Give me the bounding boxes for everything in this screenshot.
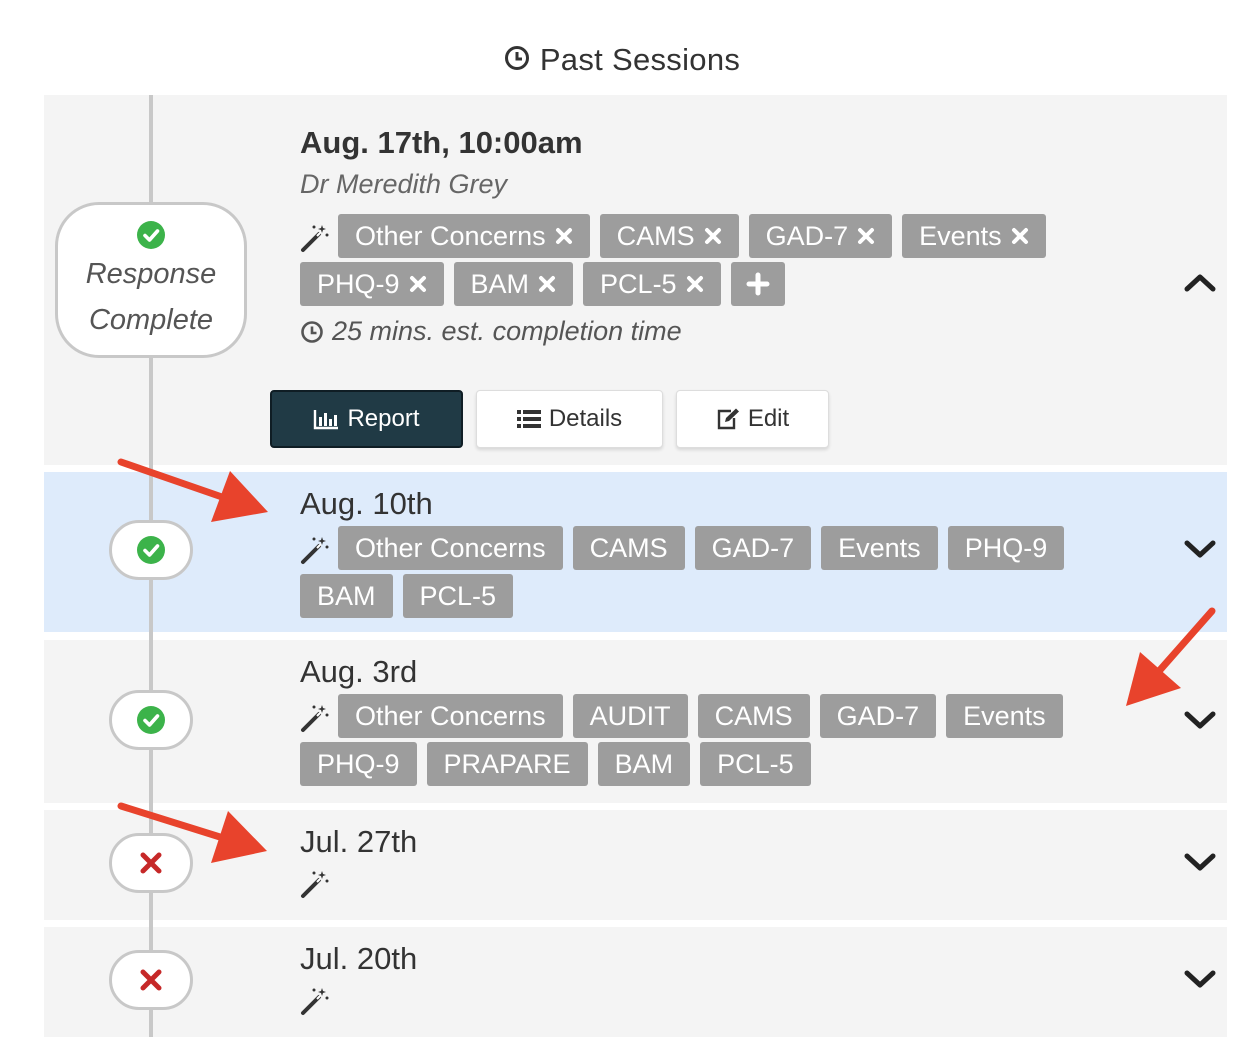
assessment-tags: Other Concerns AUDIT CAMS GAD-7 Events P…	[300, 694, 1127, 790]
tag: CAMS	[572, 526, 685, 570]
tag-label: Events	[919, 220, 1002, 251]
x-mark-icon	[139, 968, 163, 992]
plus-icon	[746, 272, 770, 296]
session-date: Aug. 10th	[300, 486, 433, 521]
magic-wand-icon	[300, 700, 330, 736]
edit-button[interactable]: Edit	[676, 390, 829, 448]
tag: PCL-5	[700, 742, 811, 786]
assessment-tags: Other Concerns CAMS GAD-7 Events PHQ-9 B…	[300, 214, 1127, 310]
magic-wand-icon	[300, 532, 330, 568]
status-pill-complete	[109, 520, 193, 580]
tag: GAD-7	[694, 526, 812, 570]
tag: PHQ-9	[300, 742, 417, 786]
tag[interactable]: CAMS	[599, 214, 739, 258]
assessment-tags: Other Concerns CAMS GAD-7 Events PHQ-9 B…	[300, 526, 1127, 622]
session-row-jul-20[interactable]: Jul. 20th	[44, 927, 1227, 1037]
magic-wand-icon	[300, 983, 330, 1019]
edit-icon	[716, 408, 748, 430]
session-content: Jul. 20th	[300, 939, 1127, 1019]
session-content: Aug. 10th Other Concerns CAMS GAD-7 Even…	[300, 484, 1127, 622]
tag: Events	[946, 694, 1063, 738]
tag[interactable]: Other Concerns	[338, 214, 590, 258]
status-pill-complete: Response Complete	[55, 202, 247, 358]
status-pill-incomplete	[109, 950, 193, 1010]
tag: BAM	[597, 742, 691, 786]
session-date: Aug. 3rd	[300, 654, 418, 689]
tag-label: GAD-7	[765, 220, 849, 251]
tag: BAM	[300, 574, 393, 618]
session-actions: Report Details Edit	[270, 390, 842, 448]
section-header: Past Sessions	[0, 38, 1244, 82]
session-row-aug-3[interactable]: Aug. 3rd Other Concerns AUDIT CAMS GAD-7…	[44, 640, 1227, 803]
estimated-time-label: 25 mins. est. completion time	[332, 316, 682, 346]
assessment-tags	[300, 866, 1127, 902]
magic-wand-icon	[300, 866, 330, 902]
remove-tag-icon[interactable]	[555, 227, 573, 245]
tag-label: PHQ-9	[317, 268, 400, 299]
tag-label: CAMS	[616, 220, 695, 251]
details-button[interactable]: Details	[476, 390, 663, 448]
assessment-tags	[300, 983, 1127, 1019]
clinician-name: Dr Meredith Grey	[300, 169, 508, 199]
session-date: Jul. 27th	[300, 824, 418, 859]
remove-tag-icon[interactable]	[1011, 227, 1029, 245]
session-date: Jul. 20th	[300, 941, 418, 976]
session-content: Aug. 3rd Other Concerns AUDIT CAMS GAD-7…	[300, 652, 1127, 790]
clock-icon	[300, 320, 332, 344]
status-pill-complete	[109, 690, 193, 750]
report-button-label: Report	[347, 405, 420, 432]
session-content: Jul. 27th	[300, 822, 1127, 902]
check-circle-icon	[137, 706, 165, 734]
tag: Other Concerns	[338, 694, 563, 738]
list-icon	[516, 409, 549, 429]
remove-tag-icon[interactable]	[409, 275, 427, 293]
x-mark-icon	[139, 851, 163, 875]
session-content: Aug. 17th, 10:00am Dr Meredith Grey Othe…	[300, 125, 1127, 347]
tag-label: BAM	[470, 268, 530, 299]
remove-tag-icon[interactable]	[704, 227, 722, 245]
session-row-aug-10[interactable]: Aug. 10th Other Concerns CAMS GAD-7 Even…	[44, 472, 1227, 632]
session-date: Aug. 17th, 10:00am	[300, 125, 583, 160]
tag[interactable]: BAM	[453, 262, 574, 306]
tag-label: Other Concerns	[355, 220, 546, 251]
page-title: Past Sessions	[539, 42, 741, 77]
tag: PRAPARE	[426, 742, 588, 786]
remove-tag-icon[interactable]	[538, 275, 556, 293]
report-button[interactable]: Report	[270, 390, 463, 448]
sessions-timeline: Response Complete Aug. 17th, 10:00am Dr …	[44, 95, 1227, 1037]
tag: CAMS	[697, 694, 810, 738]
tag[interactable]: Events	[902, 214, 1046, 258]
chevron-down-icon[interactable]	[1183, 964, 1217, 994]
chevron-up-icon[interactable]	[1183, 267, 1217, 297]
bar-chart-icon	[313, 408, 347, 430]
tag: AUDIT	[572, 694, 688, 738]
check-circle-icon	[137, 536, 165, 564]
session-row-jul-27[interactable]: Jul. 27th	[44, 810, 1227, 920]
chevron-down-icon[interactable]	[1183, 534, 1217, 564]
estimated-time: 25 mins. est. completion time	[300, 316, 1127, 347]
status-pill-incomplete	[109, 833, 193, 893]
status-label: Response Complete	[85, 258, 217, 336]
tag[interactable]: GAD-7	[748, 214, 893, 258]
remove-tag-icon[interactable]	[857, 227, 875, 245]
tag-label: PCL-5	[600, 268, 677, 299]
edit-button-label: Edit	[747, 405, 790, 432]
details-button-label: Details	[548, 405, 623, 432]
tag: Events	[821, 526, 938, 570]
clock-icon	[504, 45, 530, 76]
tag: PCL-5	[402, 574, 514, 618]
tag: GAD-7	[819, 694, 937, 738]
check-circle-icon	[137, 221, 165, 249]
chevron-down-icon[interactable]	[1183, 705, 1217, 735]
magic-wand-icon	[300, 220, 330, 256]
tag: Other Concerns	[338, 526, 563, 570]
chevron-down-icon[interactable]	[1183, 847, 1217, 877]
tag[interactable]: PCL-5	[583, 262, 721, 306]
remove-tag-icon[interactable]	[686, 275, 704, 293]
tag[interactable]: PHQ-9	[300, 262, 444, 306]
tag: PHQ-9	[947, 526, 1065, 570]
session-row-aug-17[interactable]: Response Complete Aug. 17th, 10:00am Dr …	[44, 95, 1227, 465]
add-tag-button[interactable]	[730, 262, 785, 306]
